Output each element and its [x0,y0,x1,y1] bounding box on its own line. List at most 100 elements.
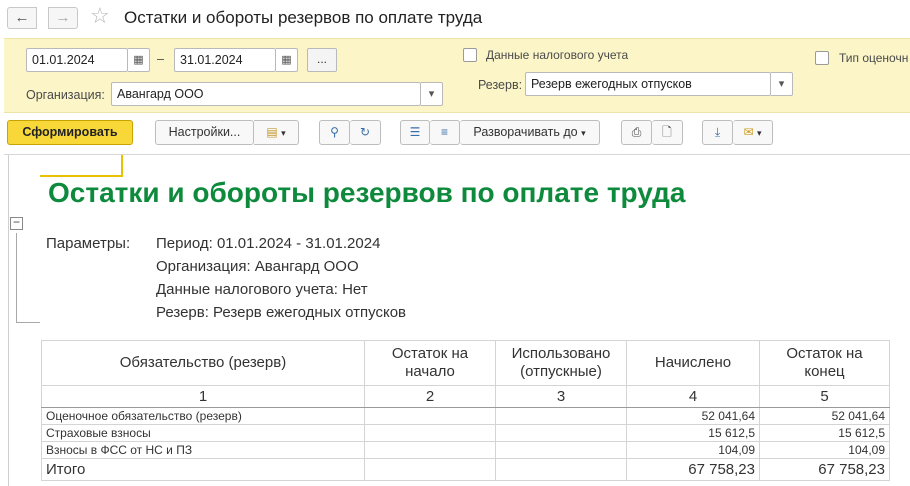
chevron-down-icon: ▾ [778,78,785,90]
save-button[interactable]: ⤓ [702,120,733,145]
report-left-border [8,155,9,486]
chevron-down-icon: ▾ [281,128,286,138]
row-name: Страховые взносы [41,424,365,442]
print-preview-icon: 🗋 [662,125,672,139]
column-header: Начислено [626,340,760,386]
row-name: Взносы в ФСС от НС и ПЗ [41,441,365,459]
group-outline-line [16,233,17,323]
column-header: Использовано (отпускные) [495,340,627,386]
cell-start [364,407,496,425]
column-number: 5 [759,385,890,408]
chevron-down-icon: ▾ [581,128,586,138]
cell-end: 104,09 [759,441,890,459]
estimate-type-label: Тип оценочн [839,51,909,65]
column-number: 1 [41,385,365,408]
total-start [364,458,496,481]
estimate-type-checkbox[interactable] [815,51,829,65]
column-number: 3 [495,385,627,408]
column-number-row: 1 2 3 4 5 [41,385,890,408]
reserve-label: Резерв: [478,78,523,92]
column-header: Остаток на начало [364,340,496,386]
organization-dropdown-button[interactable]: ▾ [421,82,443,106]
total-label: Итого [41,458,365,481]
calendar-icon: ▦ [281,54,292,66]
organization-label: Организация: [26,88,105,102]
parameters-label: Параметры: [46,235,131,252]
date-dash: – [157,52,164,66]
calendar-to-button[interactable]: ▦ [276,48,298,72]
search-button[interactable]: ⚲ [319,120,350,145]
search-repeat-icon: ↻ [359,125,371,139]
column-number: 4 [626,385,760,408]
printer-icon: ⎙ [631,125,642,139]
calendar-icon: ▦ [133,54,144,66]
date-from-input[interactable]: 01.01.2024 [26,48,128,72]
arrow-left-icon: ← [14,9,30,26]
cell-end: 52 041,64 [759,407,890,425]
column-number: 2 [364,385,496,408]
param-reserve: Резерв: Резерв ежегодных отпусков [156,304,407,321]
total-used [495,458,627,481]
toolbar: Сформировать Настройки... ▤ ▾ ⚲ ↻ ☰ ≡ Ра… [0,117,910,149]
search-icon: ⚲ [330,125,339,139]
cell-used [495,441,627,459]
total-row[interactable]: Итого 67 758,23 67 758,23 [41,458,890,481]
favorite-star-icon[interactable]: ☆ [90,4,110,28]
variant-menu-button[interactable]: ▤ ▾ [254,120,299,145]
tax-data-label: Данные налогового учета [486,48,629,62]
group-expand-icon: ≡ [440,125,448,139]
collapse-group-toggle[interactable]: − [10,216,23,230]
table-row[interactable]: Оценочное обязательство (резерв) 52 041,… [41,407,890,425]
forward-button[interactable]: → [48,7,78,29]
report-table: Обязательство (резерв) Остаток на начало… [41,340,890,481]
cell-accrued: 104,09 [626,441,760,459]
search-next-button[interactable]: ↻ [350,120,381,145]
cell-end: 15 612,5 [759,424,890,442]
date-to-input[interactable]: 31.01.2024 [174,48,276,72]
column-header: Остаток на конец [759,340,890,386]
expand-to-level-button[interactable]: Разворачивать до ▾ [460,120,600,145]
reserve-input[interactable]: Резерв ежегодных отпусков [525,72,771,96]
window-title: Остатки и обороты резервов по оплате тру… [124,8,483,27]
param-tax-data: Данные налогового учета: Нет [156,281,368,298]
title-bar: ← → ☆ Остатки и обороты резервов по опла… [0,0,910,36]
report-title: Остатки и обороты резервов по оплате тру… [48,177,686,208]
active-cell[interactable] [40,155,123,177]
chevron-down-icon: ▾ [757,128,762,138]
report-spreadsheet[interactable]: − Остатки и обороты резервов по оплате т… [4,154,910,486]
back-button[interactable]: ← [7,7,37,29]
generate-button[interactable]: Сформировать [7,120,133,145]
calendar-from-button[interactable]: ▦ [128,48,150,72]
send-mail-button[interactable]: ✉ ▾ [733,120,773,145]
expand-groups-button[interactable]: ≡ [430,120,460,145]
organization-input[interactable]: Авангард ООО [111,82,421,106]
download-icon: ⤓ [714,125,721,139]
cell-used [495,424,627,442]
report-variant-icon: ▤ [266,125,278,139]
cell-used [495,407,627,425]
chevron-down-icon: ▾ [428,88,435,100]
reserve-dropdown-button[interactable]: ▾ [771,72,793,96]
print-preview-button[interactable]: 🗋 [652,120,683,145]
cell-start [364,424,496,442]
settings-button[interactable]: Настройки... [155,120,254,145]
param-organization: Организация: Авангард ООО [156,258,359,275]
collapse-groups-button[interactable]: ☰ [400,120,430,145]
total-accrued: 67 758,23 [626,458,760,481]
envelope-icon: ✉ [743,125,754,139]
column-header: Обязательство (резерв) [41,340,365,386]
print-button[interactable]: ⎙ [621,120,652,145]
cell-accrued: 15 612,5 [626,424,760,442]
total-end: 67 758,23 [759,458,890,481]
group-outline-line [16,322,40,323]
param-period: Период: 01.01.2024 - 31.01.2024 [156,235,381,252]
period-select-button[interactable]: ... [307,48,337,72]
table-row[interactable]: Страховые взносы 15 612,5 15 612,5 [41,424,890,442]
table-row[interactable]: Взносы в ФСС от НС и ПЗ 104,09 104,09 [41,441,890,459]
expand-to-level-label: Разворачивать до [473,125,578,139]
tax-data-checkbox[interactable] [463,48,477,62]
cell-start [364,441,496,459]
row-name: Оценочное обязательство (резерв) [41,407,365,425]
table-header-row: Обязательство (резерв) Остаток на начало… [41,340,890,386]
cell-accrued: 52 041,64 [626,407,760,425]
